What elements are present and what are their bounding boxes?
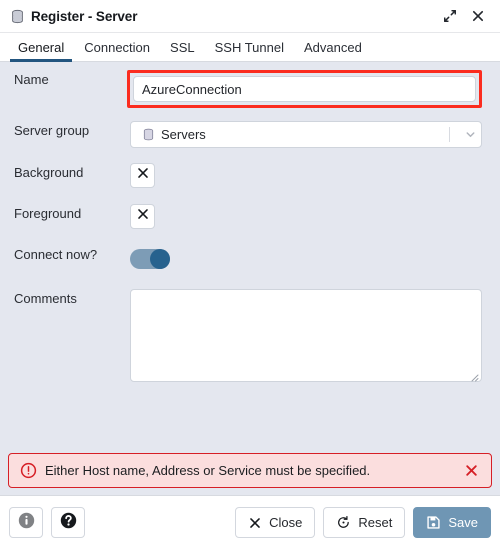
connect-now-field-wrap <box>130 246 482 269</box>
comments-textarea[interactable] <box>130 289 482 382</box>
field-row-connect-now: Connect now? <box>0 246 500 269</box>
tab-ssl-label: SSL <box>170 40 195 55</box>
server-group-value-text: Servers <box>161 127 206 142</box>
server-stack-icon <box>142 128 155 141</box>
background-color-button[interactable] <box>130 163 155 188</box>
field-row-server-group: Server group Servers <box>0 121 500 148</box>
connect-now-toggle[interactable] <box>130 249 170 269</box>
server-group-field-wrap: Servers <box>130 121 482 148</box>
background-field-wrap <box>130 163 482 188</box>
error-banner-area: Either Host name, Address or Service mus… <box>0 453 500 495</box>
tab-advanced-label: Advanced <box>304 40 362 55</box>
background-label: Background <box>14 163 130 181</box>
tab-ssl[interactable]: SSL <box>160 33 205 61</box>
field-row-background: Background <box>0 163 500 188</box>
name-input[interactable] <box>133 76 476 102</box>
name-field-wrap <box>130 70 482 108</box>
server-group-selected-value: Servers <box>142 127 449 142</box>
x-icon <box>136 166 150 185</box>
foreground-label: Foreground <box>14 204 130 222</box>
help-circle-icon <box>59 511 78 535</box>
name-label: Name <box>14 70 130 88</box>
toggle-knob <box>150 249 170 269</box>
info-button[interactable] <box>9 507 43 538</box>
save-disk-icon <box>426 515 441 530</box>
close-icon[interactable] <box>467 5 489 27</box>
dialog-footer: Close Reset Save <box>0 495 500 549</box>
info-circle-icon <box>17 511 36 535</box>
save-button-label: Save <box>448 515 478 530</box>
foreground-field-wrap <box>130 204 482 229</box>
tab-advanced[interactable]: Advanced <box>294 33 372 61</box>
field-row-comments: Comments <box>0 289 500 382</box>
reset-button-label: Reset <box>358 515 392 530</box>
chevron-down-icon[interactable] <box>459 128 481 141</box>
help-button[interactable] <box>51 507 85 538</box>
field-row-name: Name <box>0 70 500 108</box>
error-message: Either Host name, Address or Service mus… <box>45 463 461 478</box>
x-icon <box>136 207 150 226</box>
close-button[interactable]: Close <box>235 507 315 538</box>
close-button-label: Close <box>269 515 302 530</box>
dialog-titlebar: Register - Server <box>0 0 500 33</box>
register-server-dialog: Register - Server General Connection SSL… <box>0 0 500 549</box>
tab-ssh-tunnel-label: SSH Tunnel <box>215 40 284 55</box>
server-group-select[interactable]: Servers <box>130 121 482 148</box>
error-dismiss-button[interactable] <box>461 461 481 481</box>
general-tab-panel: Name Server group <box>0 62 500 453</box>
tab-general[interactable]: General <box>8 33 74 61</box>
tab-ssh-tunnel[interactable]: SSH Tunnel <box>205 33 294 61</box>
name-invalid-outline <box>127 70 482 108</box>
save-button[interactable]: Save <box>413 507 491 538</box>
maximize-icon[interactable] <box>439 5 461 27</box>
tab-general-label: General <box>18 40 64 55</box>
field-row-foreground: Foreground <box>0 204 500 229</box>
x-icon <box>248 516 262 530</box>
comments-field-wrap <box>130 289 482 382</box>
comments-label: Comments <box>14 289 130 307</box>
dialog-tabs: General Connection SSL SSH Tunnel Advanc… <box>0 33 500 62</box>
tab-connection[interactable]: Connection <box>74 33 160 61</box>
error-banner: Either Host name, Address or Service mus… <box>8 453 492 488</box>
dialog-title: Register - Server <box>31 9 137 24</box>
server-stack-icon <box>9 8 25 24</box>
reset-button[interactable]: Reset <box>323 507 405 538</box>
select-separator <box>449 127 450 142</box>
reset-icon <box>336 515 351 530</box>
resize-grip-icon[interactable] <box>469 369 479 379</box>
connect-now-label: Connect now? <box>14 246 130 262</box>
server-group-label: Server group <box>14 121 130 139</box>
alert-circle-icon <box>20 462 37 479</box>
tab-connection-label: Connection <box>84 40 150 55</box>
foreground-color-button[interactable] <box>130 204 155 229</box>
